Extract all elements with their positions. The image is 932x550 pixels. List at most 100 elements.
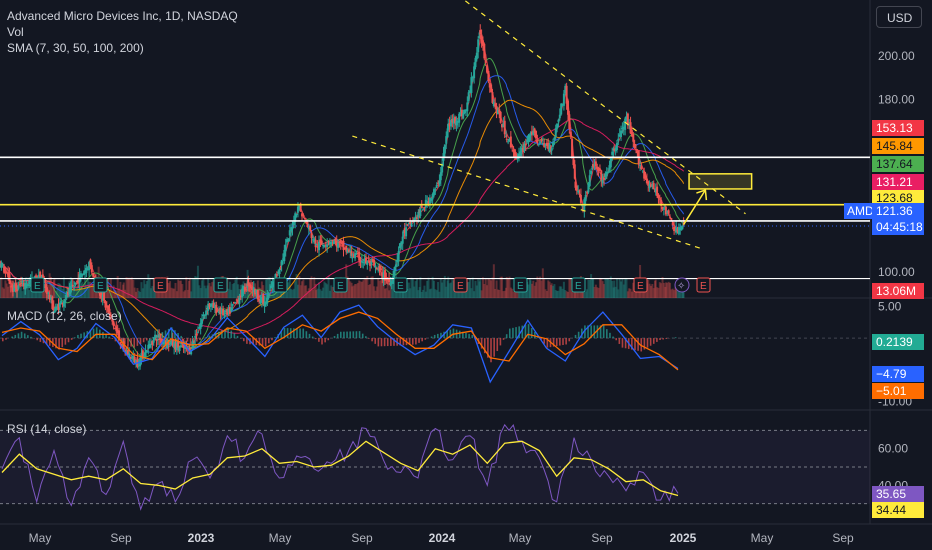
macd-histogram-bar [499,338,502,346]
candle-body [438,180,441,184]
candle-body [550,148,553,151]
macd-histogram-bar [299,328,301,339]
macd-histogram-bar [308,333,311,339]
candle-body [435,185,438,188]
time-axis-tick-label: Sep [591,531,613,545]
candle-body [639,164,642,166]
candle-body [90,265,93,273]
candle-body [354,253,357,259]
chart-canvas[interactable]: 220.00200.00180.00100.00EEEEEEEEEEEE✧153… [0,0,932,550]
macd-histogram-bar [242,338,245,342]
candle-body [179,345,182,348]
candle-body [467,92,470,101]
macd-histogram-bar [27,335,29,339]
macd-histogram-bar [233,333,236,339]
volume-label: 13.06M [876,284,916,298]
candle-body [669,216,672,218]
macd-histogram-bar [568,338,571,342]
macd-histogram-bar [230,330,233,339]
macd-value-label: 0.2139 [876,335,913,349]
candle-body [320,240,323,245]
candle-body [358,251,361,261]
candle-body [656,186,659,196]
macd-histogram-bar [612,336,614,339]
candle-body [536,140,539,144]
macd-histogram-bar [430,336,433,339]
macd-histogram-bar [355,331,358,339]
candle-body [278,269,281,274]
candle-body [223,312,226,314]
candle-body [603,177,606,180]
candle-body [491,92,494,103]
candle-body [205,310,208,316]
candle-body [620,130,623,137]
candle-body [600,170,603,181]
price-label: 137.64 [876,157,913,171]
macd-histogram-bar [555,338,558,347]
candle-body [507,141,510,143]
macd-histogram-bar [502,338,505,340]
macd-histogram-bar [183,338,186,339]
macd-histogram-bar [227,327,229,339]
candle-body [93,275,96,277]
rsi-value-label: 34.44 [876,503,906,517]
price-label: 04:45:18 [876,220,923,234]
candle-body [423,207,426,209]
earnings-marker-label: E [397,281,404,292]
macd-histogram-bar [659,338,661,341]
macd-histogram-bar [527,324,530,339]
macd-histogram-bar [5,338,7,340]
candle-body [269,289,272,291]
candle-body [394,264,397,268]
candle-body [617,138,620,141]
macd-histogram-bar [365,336,367,339]
candle-body [275,274,278,276]
candle-body [553,137,556,140]
rsi-indicator-label[interactable]: RSI (14, close) [7,422,86,436]
macd-histogram-bar [127,338,129,346]
candle-body [562,93,565,106]
macd-histogram-bar [361,333,364,339]
candle-body [238,297,241,304]
macd-indicator-label[interactable]: MACD (12, 26, close) [7,309,122,323]
candle-body [556,123,559,129]
volume-indicator-label[interactable]: Vol [7,25,24,39]
candle-body [373,259,376,266]
candle-body [560,103,563,115]
candle-body [584,195,587,202]
macd-histogram-bar [302,328,305,339]
candle-body [463,109,466,114]
price-axis-tick-label: 100.00 [878,265,915,279]
candle-body [351,257,354,259]
candle-body [590,170,593,175]
earnings-marker-label: E [277,281,284,292]
macd-histogram-bar [646,338,649,348]
macd-value-label: −5.01 [876,384,907,398]
candle-body [632,134,635,142]
split-marker-label: ✧ [677,281,685,292]
macd-histogram-bar [371,338,373,342]
candle-body [569,131,572,137]
candle-body [566,100,569,115]
macd-histogram-bar [180,335,182,339]
macd-histogram-bar [17,333,20,339]
candle-body [424,199,427,207]
macd-histogram-bar [286,328,289,339]
price-axis-tick-label: 200.00 [878,49,915,63]
candle-body [657,195,660,199]
macd-axis-tick-label: 5.00 [878,299,902,313]
candle-body [20,283,23,285]
macd-histogram-bar [637,338,639,351]
macd-histogram-bar [665,338,668,339]
candle-body [280,260,283,266]
macd-histogram-bar [606,329,608,339]
macd-histogram-bar [274,337,276,339]
sma-indicator-label[interactable]: SMA (7, 30, 50, 100, 200) [7,41,144,55]
candle-body [470,77,473,93]
candle-body [535,130,538,139]
macd-histogram-bar [530,328,533,339]
macd-histogram-bar [108,336,111,339]
macd-histogram-bar [77,334,79,339]
currency-button[interactable]: USD [876,6,922,28]
macd-histogram-bar [452,328,455,339]
